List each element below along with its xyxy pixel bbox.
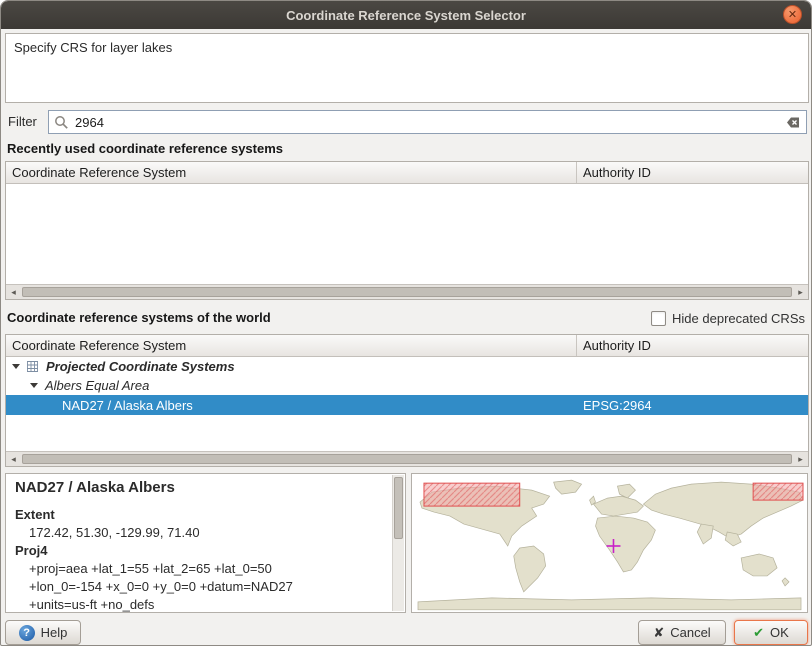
recent-heading: Recently used coordinate reference syste… xyxy=(7,141,283,156)
filter-input[interactable] xyxy=(75,115,782,130)
world-h-scrollbar[interactable]: ◂ ▸ xyxy=(6,451,808,466)
proj4-line: +units=us-ft +no_defs xyxy=(15,596,385,613)
proj4-label: Proj4 xyxy=(15,542,385,560)
hide-deprecated-option[interactable]: Hide deprecated CRSs xyxy=(651,309,805,327)
crs-extent-map-preview xyxy=(411,473,808,613)
tree-row-projected[interactable]: Projected Coordinate Systems xyxy=(6,357,808,376)
recent-table-body xyxy=(6,184,808,279)
recent-col-crs[interactable]: Coordinate Reference System xyxy=(6,162,577,183)
tree-row-albers[interactable]: Albers Equal Area xyxy=(6,376,808,395)
check-icon: ✔ xyxy=(753,625,764,641)
cancel-button-label: Cancel xyxy=(670,625,710,640)
scroll-right-icon[interactable]: ▸ xyxy=(793,285,808,299)
world-table-body: Projected Coordinate Systems Albers Equa… xyxy=(6,357,808,446)
scroll-right-icon[interactable]: ▸ xyxy=(793,452,808,466)
titlebar: Coordinate Reference System Selector ✕ xyxy=(1,1,811,29)
scroll-thumb[interactable] xyxy=(22,287,792,297)
proj4-line: +proj=aea +lat_1=55 +lat_2=65 +lat_0=50 xyxy=(15,560,385,578)
extent-label: Extent xyxy=(15,506,385,524)
window-title: Coordinate Reference System Selector xyxy=(286,8,526,23)
extent-value: 172.42, 51.30, -129.99, 71.40 xyxy=(15,524,385,542)
filter-field[interactable] xyxy=(48,110,807,134)
expand-arrow-icon[interactable] xyxy=(12,364,20,369)
cancel-button[interactable]: ✘ Cancel xyxy=(638,620,726,645)
world-table-header: Coordinate Reference System Authority ID xyxy=(6,335,808,357)
world-heading: Coordinate reference systems of the worl… xyxy=(7,310,271,325)
crs-details-title: NAD27 / Alaska Albers xyxy=(15,479,385,497)
scroll-thumb[interactable] xyxy=(394,477,403,539)
recent-col-authority[interactable]: Authority ID xyxy=(577,162,808,183)
tree-label: Albers Equal Area xyxy=(45,378,149,393)
hide-deprecated-checkbox[interactable] xyxy=(651,311,666,326)
details-v-scrollbar[interactable] xyxy=(392,475,404,611)
clear-filter-icon[interactable] xyxy=(782,115,801,130)
expand-arrow-icon[interactable] xyxy=(30,383,38,388)
hide-deprecated-label: Hide deprecated CRSs xyxy=(672,311,805,326)
world-col-crs[interactable]: Coordinate Reference System xyxy=(6,335,577,356)
world-map xyxy=(412,474,807,612)
filter-label: Filter xyxy=(8,110,37,134)
help-button-label: Help xyxy=(41,625,68,640)
ok-button[interactable]: ✔ OK xyxy=(734,620,808,645)
close-icon[interactable]: ✕ xyxy=(783,5,802,24)
tree-row-nad27-selected[interactable]: NAD27 / Alaska Albers EPSG:2964 xyxy=(6,395,808,415)
proj4-line: +lon_0=-154 +x_0=0 +y_0=0 +datum=NAD27 xyxy=(15,578,385,596)
grid-icon xyxy=(26,360,39,373)
authority-id: EPSG:2964 xyxy=(583,398,652,413)
ok-button-label: OK xyxy=(770,625,789,640)
world-crs-table: Coordinate Reference System Authority ID… xyxy=(5,334,809,467)
help-button[interactable]: ? Help xyxy=(5,620,81,645)
recent-table-header: Coordinate Reference System Authority ID xyxy=(6,162,808,184)
cancel-icon: ✘ xyxy=(653,625,664,641)
tree-label: Projected Coordinate Systems xyxy=(46,359,235,374)
scroll-left-icon[interactable]: ◂ xyxy=(6,285,21,299)
crs-message-text: Specify CRS for layer lakes xyxy=(14,40,172,55)
crs-details-panel: NAD27 / Alaska Albers Extent 172.42, 51.… xyxy=(5,473,406,613)
recent-h-scrollbar[interactable]: ◂ ▸ xyxy=(6,284,808,299)
help-icon: ? xyxy=(19,625,35,641)
tree-label: NAD27 / Alaska Albers xyxy=(62,398,193,413)
crs-message-box: Specify CRS for layer lakes xyxy=(5,33,809,103)
search-icon xyxy=(54,115,69,130)
recent-crs-table: Coordinate Reference System Authority ID… xyxy=(5,161,809,300)
crs-selector-dialog: Coordinate Reference System Selector ✕ S… xyxy=(0,0,812,646)
world-col-authority[interactable]: Authority ID xyxy=(577,335,808,356)
scroll-thumb[interactable] xyxy=(22,454,792,464)
scroll-left-icon[interactable]: ◂ xyxy=(6,452,21,466)
